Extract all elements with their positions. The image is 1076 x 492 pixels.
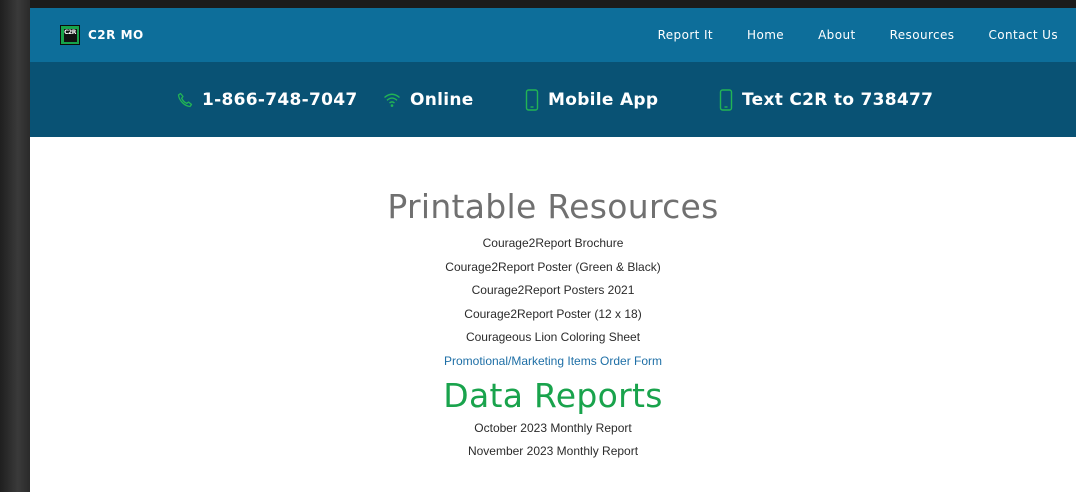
contact-bar: 1-866-748-7047 Online Mobile App Text C2…: [30, 62, 1076, 137]
resource-link-poster-green-black[interactable]: Courage2Report Poster (Green & Black): [30, 256, 1076, 280]
resource-link-posters-2021[interactable]: Courage2Report Posters 2021: [30, 279, 1076, 303]
printable-resources-heading: Printable Resources: [387, 187, 719, 226]
nav-about[interactable]: About: [818, 28, 855, 42]
home-logo-link[interactable]: C2R C2R MO: [60, 25, 144, 45]
online-label: Online: [410, 89, 474, 110]
mobile-app-link[interactable]: Mobile App: [525, 88, 659, 111]
phone-link[interactable]: 1-866-748-7047: [177, 90, 357, 110]
nav-resources[interactable]: Resources: [890, 28, 955, 42]
data-reports-list: October 2023 Monthly Report November 202…: [30, 417, 1076, 464]
c2r-logo-icon: C2R: [60, 25, 80, 45]
brand-name: C2R MO: [88, 28, 144, 42]
browser-viewport: C2R C2R MO Report It Home About Resource…: [30, 8, 1076, 492]
main-content: Printable Resources Courage2Report Broch…: [30, 137, 1076, 464]
mobile-app-label: Mobile App: [548, 89, 659, 110]
resource-link-coloring-sheet[interactable]: Courageous Lion Coloring Sheet: [30, 326, 1076, 350]
online-link[interactable]: Online: [383, 90, 474, 110]
printable-resources-list: Courage2Report Brochure Courage2Report P…: [30, 232, 1076, 374]
resource-link-brochure[interactable]: Courage2Report Brochure: [30, 232, 1076, 256]
phone-icon: [177, 92, 193, 107]
wifi-icon: [384, 93, 400, 107]
monitor-bezel-left: [0, 0, 30, 492]
nav-report-it[interactable]: Report It: [658, 28, 713, 42]
monitor-bezel-top: [0, 0, 1076, 8]
top-navigation: C2R C2R MO Report It Home About Resource…: [30, 8, 1076, 62]
main-menu: Report It Home About Resources Contact U…: [658, 8, 1076, 62]
report-link-october-2023[interactable]: October 2023 Monthly Report: [30, 417, 1076, 441]
resource-link-poster-12x18[interactable]: Courage2Report Poster (12 x 18): [30, 303, 1076, 327]
logo-text: C2R: [63, 28, 77, 42]
report-link-november-2023[interactable]: November 2023 Monthly Report: [30, 440, 1076, 464]
mobile-phone-icon: [719, 88, 733, 111]
text-us-label: Text C2R to 738477: [742, 89, 934, 110]
nav-contact-us[interactable]: Contact Us: [988, 28, 1058, 42]
text-us-link[interactable]: Text C2R to 738477: [719, 88, 934, 111]
phone-number: 1-866-748-7047: [202, 89, 358, 110]
resource-link-order-form[interactable]: Promotional/Marketing Items Order Form: [30, 350, 1076, 374]
mobile-phone-icon: [525, 88, 539, 111]
data-reports-heading: Data Reports: [443, 375, 663, 415]
nav-home[interactable]: Home: [747, 28, 784, 42]
